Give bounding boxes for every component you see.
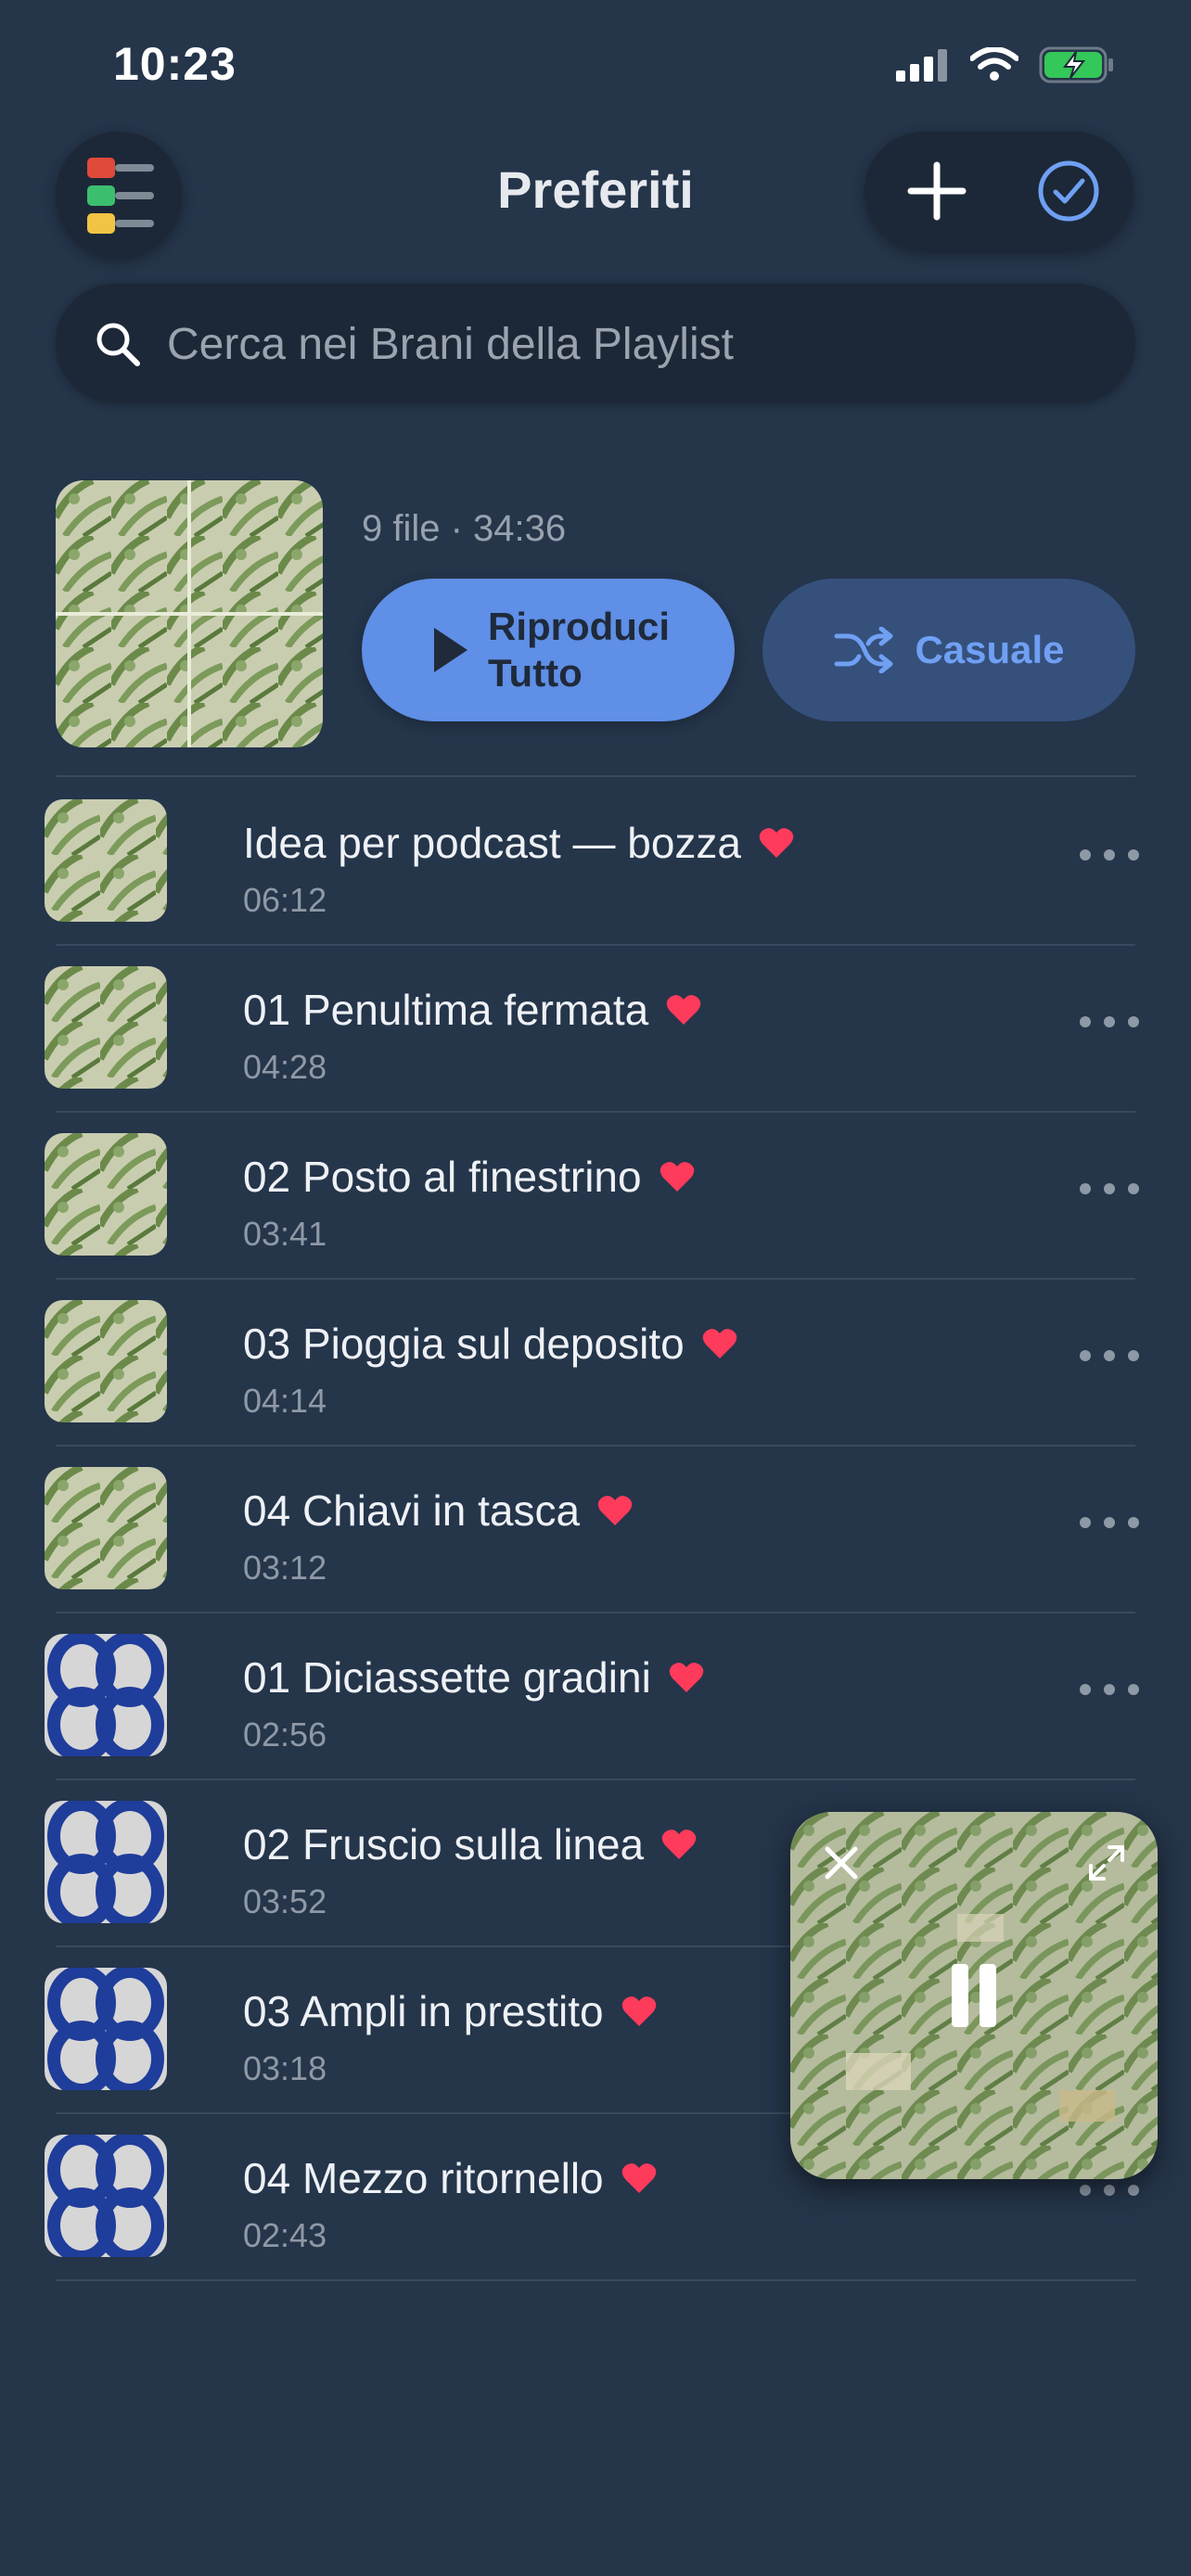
track-title-group: 01 Diciassette gradini	[243, 1652, 705, 1702]
track-duration: 06:12	[243, 881, 327, 919]
heart-icon[interactable]	[660, 1828, 698, 1861]
track-artwork	[45, 1801, 167, 1923]
track-title-group: 03 Pioggia sul deposito	[243, 1319, 738, 1369]
more-options-icon[interactable]	[1080, 1511, 1139, 1534]
heart-icon[interactable]	[621, 2162, 658, 2195]
track-row[interactable]: 03 Pioggia sul deposito 04:14	[0, 1278, 1191, 1445]
track-row[interactable]: 01 Diciassette gradini 02:56	[0, 1612, 1191, 1779]
select-button[interactable]	[1022, 145, 1115, 237]
track-row[interactable]: 01 Penultima fermata 04:28	[0, 944, 1191, 1111]
track-title: 01 Penultima fermata	[243, 986, 649, 1034]
track-title-group: 04 Chiavi in tasca	[243, 1486, 634, 1536]
status-time: 10:23	[113, 38, 237, 90]
track-duration: 04:28	[243, 1048, 327, 1086]
track-artwork	[45, 1133, 167, 1256]
heart-icon[interactable]	[659, 1160, 696, 1193]
shuffle-icon	[834, 627, 893, 673]
heart-icon[interactable]	[621, 1995, 658, 2028]
track-title: 02 Posto al finestrino	[243, 1153, 642, 1201]
track-duration: 03:52	[243, 1882, 327, 1920]
search-input[interactable]	[165, 284, 1096, 404]
heart-icon[interactable]	[596, 1494, 634, 1527]
track-artwork	[45, 2135, 167, 2257]
track-title: 03 Pioggia sul deposito	[243, 1320, 685, 1368]
battery-charging-icon	[1039, 46, 1113, 83]
mini-player[interactable]	[790, 1812, 1158, 2179]
track-artwork	[45, 1634, 167, 1756]
heart-icon[interactable]	[665, 993, 702, 1027]
track-artwork	[45, 1300, 167, 1422]
play-icon	[434, 628, 467, 672]
track-duration: 02:56	[243, 1715, 327, 1753]
playlist-cover	[56, 480, 323, 747]
heart-icon[interactable]	[701, 1327, 738, 1360]
track-duration: 03:18	[243, 2049, 327, 2087]
expand-icon[interactable]	[1083, 1840, 1130, 1886]
track-duration: 04:14	[243, 1382, 327, 1420]
play-all-label: Riproduci Tutto	[488, 605, 670, 695]
more-options-icon[interactable]	[1080, 2179, 1139, 2201]
track-title: 04 Mezzo ritornello	[243, 2154, 604, 2202]
track-row[interactable]: 04 Chiavi in tasca 03:12	[0, 1445, 1191, 1612]
track-duration: 02:43	[243, 2216, 327, 2254]
heart-icon[interactable]	[758, 826, 795, 860]
cellular-signal-icon	[896, 49, 947, 82]
track-title-group: Idea per podcast — bozza	[243, 818, 795, 868]
track-duration: 03:12	[243, 1549, 327, 1587]
track-title: 04 Chiavi in tasca	[243, 1486, 581, 1535]
track-duration: 03:41	[243, 1215, 327, 1253]
search-bar	[56, 284, 1135, 404]
track-title-group: 04 Mezzo ritornello	[243, 2153, 658, 2203]
track-title-group: 02 Fruscio sulla linea	[243, 1819, 698, 1869]
status-icons	[896, 46, 1115, 83]
track-artwork	[45, 1968, 167, 2090]
checkmark-circle-icon	[1038, 160, 1099, 222]
track-row[interactable]: Idea per podcast — bozza 06:12	[0, 777, 1191, 944]
track-title-group: 02 Posto al finestrino	[243, 1152, 696, 1202]
plus-icon	[907, 161, 967, 221]
more-options-icon[interactable]	[1080, 1345, 1139, 1367]
playlist-meta: 9 file · 34:36	[362, 508, 567, 549]
divider	[56, 2279, 1135, 2281]
track-title: 02 Fruscio sulla linea	[243, 1820, 645, 1868]
track-title-group: 03 Ampli in prestito	[243, 1986, 658, 2036]
search-icon	[96, 323, 140, 366]
track-artwork	[45, 799, 167, 922]
track-title: 03 Ampli in prestito	[243, 1987, 604, 2035]
heart-icon[interactable]	[668, 1661, 705, 1694]
shuffle-label: Casuale	[915, 628, 1065, 671]
more-options-icon[interactable]	[1080, 1011, 1139, 1033]
pause-icon[interactable]	[946, 1958, 1002, 2033]
shuffle-button[interactable]: Casuale	[762, 579, 1135, 721]
track-artwork	[45, 1467, 167, 1589]
track-artwork	[45, 966, 167, 1089]
more-options-icon[interactable]	[1080, 844, 1139, 866]
track-title-group: 01 Penultima fermata	[243, 985, 702, 1035]
track-title: 01 Diciassette gradini	[243, 1653, 651, 1702]
add-button[interactable]	[890, 145, 983, 237]
track-row[interactable]: 02 Posto al finestrino 03:41	[0, 1111, 1191, 1278]
more-options-icon[interactable]	[1080, 1178, 1139, 1200]
track-title: Idea per podcast — bozza	[243, 819, 741, 867]
play-all-button[interactable]: Riproduci Tutto	[362, 579, 735, 721]
more-options-icon[interactable]	[1080, 1678, 1139, 1701]
close-icon[interactable]	[818, 1840, 864, 1886]
wifi-icon	[970, 47, 1018, 81]
header-actions	[864, 132, 1133, 250]
